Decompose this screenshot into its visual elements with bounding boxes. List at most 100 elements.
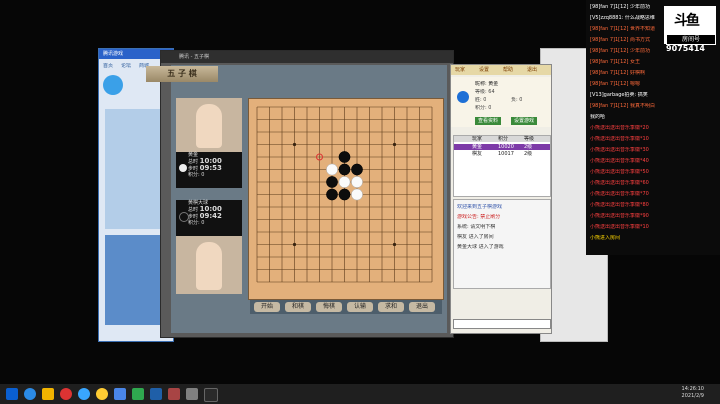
player2-info: 黄棋大球 总时 10:00 步时 09:42 积分: 0 (176, 200, 242, 236)
side-tab-players[interactable]: 玩家 (455, 66, 465, 74)
stream-chat-line: 小熊送出送出音乐季徽*10 (590, 224, 649, 230)
lobby-room-grid (105, 109, 167, 229)
white-stone (338, 176, 351, 188)
side-tab-settings[interactable]: 设置 (479, 66, 489, 74)
table-cell: 黄金 (472, 144, 483, 150)
player1-info: 黄金 总时 10:00 步时 09:53 积分: 0 (176, 152, 242, 188)
game-button-bar: 开始 和棋 悔棋 认输 求和 退出 (250, 300, 442, 314)
side-tab-help[interactable]: 帮助 (503, 66, 513, 74)
player1-card: 黄金 总时 10:00 步时 09:53 积分: 0 (176, 98, 242, 188)
gomoku-board[interactable] (248, 98, 444, 300)
lobby-bottom-panel (105, 235, 167, 325)
clock-time: 14:26:10 (681, 386, 704, 392)
header-score: 积分 (498, 136, 509, 142)
stream-chat-line: 小熊送出送出音乐季徽*80 (590, 202, 649, 208)
lobby-tab-forum[interactable]: 论坛 (121, 63, 131, 69)
files-icon[interactable] (114, 388, 126, 400)
player1-score: 积分: 0 (188, 172, 205, 178)
browser-icon[interactable] (24, 388, 36, 400)
header-level: 等级 (524, 136, 535, 142)
request-draw-button[interactable]: 求和 (378, 302, 404, 312)
table-cell: 2级 (524, 151, 533, 157)
app-icon[interactable] (60, 388, 72, 400)
star-point (392, 242, 397, 247)
player2-card: 黄棋大球 总时 10:00 步时 09:42 积分: 0 (176, 200, 242, 294)
side-chat-line: 棋友 进入了房间 (457, 234, 494, 240)
player-list-header: 玩家 积分 等级 (454, 136, 550, 142)
game-window-title: 腾讯 - 五子棋 (161, 51, 453, 63)
stream-chat-line: 小熊送出送出音乐季徽*10 (590, 136, 649, 142)
table-cell: 棋友 (472, 151, 483, 157)
stream-chat-line: [98]fan 7]1[12] 嗯嗯 (590, 81, 641, 87)
header-player: 玩家 (472, 136, 483, 142)
side-panel: 玩家 设置 帮助 退出 昵称: 黄金 等级: 64 胜: 0 负: 0 积分: … (450, 64, 552, 334)
star-point (392, 142, 397, 147)
side-user-wins: 胜: 0 (475, 97, 487, 103)
side-chat-line: 游戏公告: 禁止刷分 (457, 214, 501, 220)
draw-button[interactable]: 和棋 (285, 302, 311, 312)
qq-logo-icon (103, 75, 123, 95)
side-tabs: 玩家 设置 帮助 退出 (451, 65, 551, 75)
table-row[interactable]: 黄金 10020 2级 (454, 144, 550, 150)
side-chat-line: 欢迎来到五子棋游戏 (457, 204, 503, 210)
start-icon[interactable] (6, 388, 18, 400)
player-list: 玩家 积分 等级 黄金 10020 2级 棋友 10017 2级 (453, 135, 551, 197)
obs-icon[interactable] (204, 388, 218, 402)
side-chat-input[interactable] (453, 319, 551, 329)
lobby-tab-home[interactable]: 首页 (103, 63, 113, 69)
side-user-losses: 负: 0 (511, 97, 523, 103)
chrome-icon[interactable] (96, 388, 108, 400)
exit-button[interactable]: 退出 (409, 302, 435, 312)
table-cell: 2级 (524, 144, 533, 150)
tool-icon[interactable] (186, 388, 198, 400)
player2-avatar (196, 242, 222, 290)
black-stone (326, 176, 338, 188)
white-stone (351, 176, 363, 188)
stream-chat-line: 小熊送出送出音乐季徽*40 (590, 158, 649, 164)
side-chat-line: 黄金大球 进入了游戏 (457, 244, 504, 250)
qq-icon[interactable] (78, 388, 90, 400)
stream-chat-line: 小熊送出送出音乐季徽*70 (590, 191, 649, 197)
undo-button[interactable]: 悔棋 (316, 302, 342, 312)
star-point (292, 142, 297, 147)
stream-chat-line: [98]fan 7]1[12] 我真不明白 (590, 103, 656, 109)
table-row[interactable]: 棋友 10017 2级 (454, 151, 550, 157)
game-icon[interactable] (168, 388, 180, 400)
player2-move-time: 09:42 (199, 212, 222, 220)
side-tab-exit[interactable]: 退出 (527, 66, 537, 74)
side-chat-log: 欢迎来到五子棋游戏 游戏公告: 禁止刷分 系统: 请文明下棋 棋友 进入了房间 黄金大球… (453, 199, 551, 289)
resign-button[interactable]: 认输 (347, 302, 373, 312)
player1-stone-icon (179, 164, 187, 172)
system-clock[interactable]: 14:26:10 2021/2/9 (682, 386, 704, 400)
stream-chat-line: 小熊进入房间 (590, 235, 621, 241)
black-stone (338, 163, 351, 176)
taskbar: 14:26:10 2021/2/9 (0, 384, 720, 404)
penguin-avatar-icon (457, 91, 469, 103)
steam-icon[interactable] (150, 388, 162, 400)
stream-chat-line: 小熊送出送出音乐季徽*20 (590, 125, 649, 131)
stream-chat-line: 小熊送出送出音乐季徽*30 (590, 147, 649, 153)
game-settings-button[interactable]: 设置游戏 (511, 117, 538, 125)
black-stone (338, 188, 351, 201)
black-stone (351, 163, 363, 176)
stream-chat-line: 小熊送出送出音乐季徽*50 (590, 169, 649, 175)
view-profile-button[interactable]: 查看资料 (475, 117, 502, 125)
start-button[interactable]: 开始 (254, 302, 280, 312)
game-banner: 五 子 棋 (146, 66, 218, 82)
clock-date: 2021/2/9 (681, 393, 704, 399)
black-stone (326, 188, 338, 201)
board-grid[interactable] (249, 99, 443, 299)
room-id: 9075414 (666, 44, 705, 53)
side-user-score: 积分: 0 (475, 105, 492, 111)
stream-chat-line: 我的哈 (590, 114, 606, 120)
player1-avatar (196, 104, 222, 148)
black-stone (338, 151, 351, 163)
folder-icon[interactable] (42, 388, 54, 400)
star-point (292, 242, 297, 247)
white-stone (351, 188, 363, 201)
stream-chat-line: [98]fan 7]1[12] 女王 (590, 59, 641, 65)
player2-stone-icon (179, 212, 189, 222)
side-user-name: 昵称: 黄金 (475, 81, 499, 87)
white-stone (326, 163, 338, 176)
wechat-icon[interactable] (132, 388, 144, 400)
